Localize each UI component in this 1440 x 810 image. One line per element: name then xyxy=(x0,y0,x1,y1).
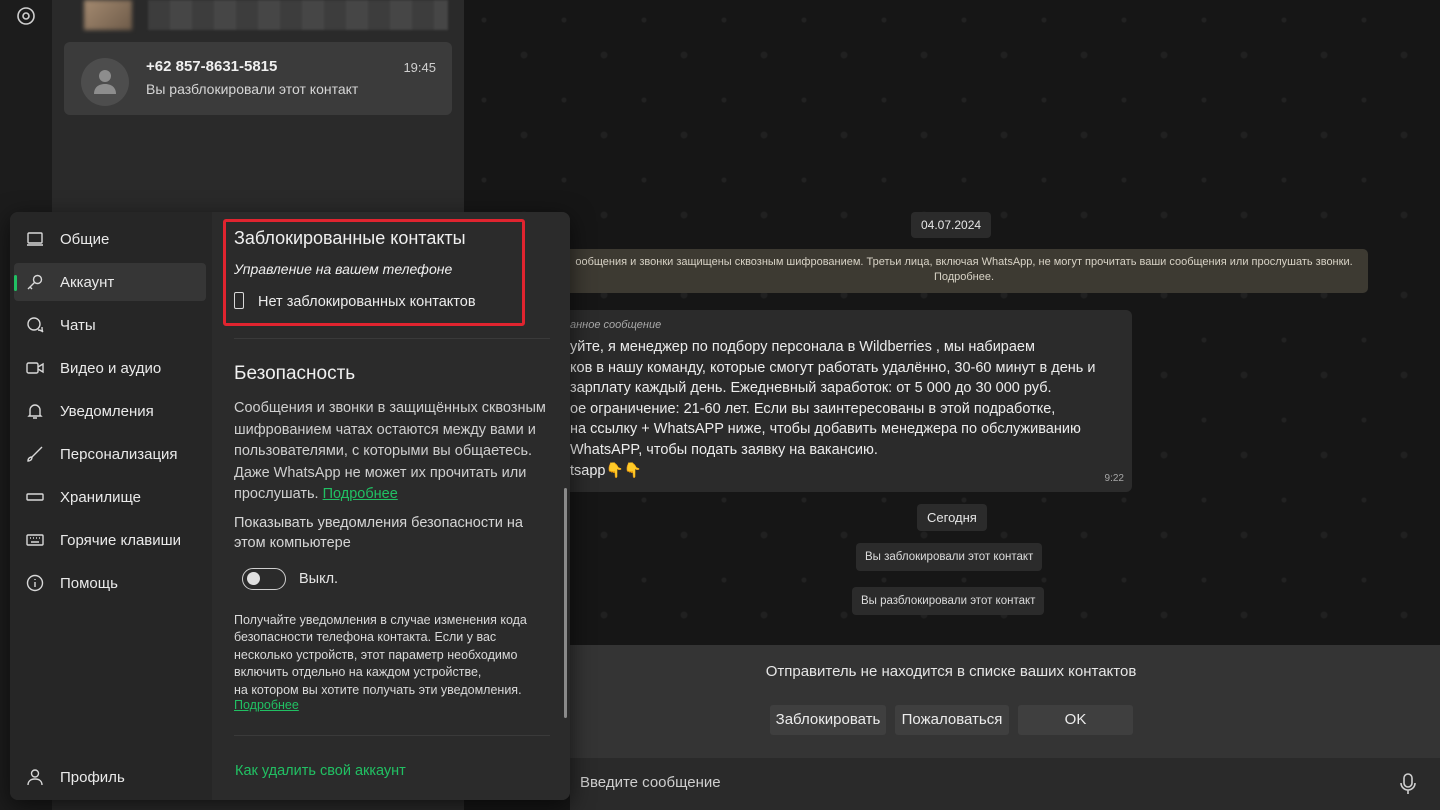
nav-label: Аккаунт xyxy=(60,274,115,291)
nav-label: Горячие клавиши xyxy=(60,532,182,549)
security-description: Сообщения и звонки в защищённых сквозным… xyxy=(234,398,546,506)
scrollbar[interactable] xyxy=(564,488,567,718)
keyboard-icon xyxy=(26,534,44,546)
key-icon xyxy=(27,274,43,290)
nav-label: Видео и аудио xyxy=(60,360,162,377)
unknown-sender-bar: Отправитель не находится в списке ваших … xyxy=(570,645,1440,758)
chat-preview: Вы разблокировали этот контакт xyxy=(146,81,359,97)
chat-name: +62 857-8631-5815 xyxy=(146,58,278,75)
nav-label: Общие xyxy=(60,231,110,248)
laptop-icon xyxy=(27,232,43,246)
block-button[interactable]: Заблокировать xyxy=(770,705,886,735)
forwarded-label: анное сообщение xyxy=(570,319,662,331)
nav-item-storage[interactable]: Хранилище xyxy=(14,478,206,516)
divider xyxy=(234,338,550,339)
date-separator-today: Сегодня xyxy=(917,504,987,531)
message-bubble[interactable]: анное сообщение уйте, я менеджер по подб… xyxy=(560,310,1132,492)
security-code-description: Получайте уведомления в случае изменения… xyxy=(234,613,527,697)
system-message-blocked: Вы заблокировали этот контакт xyxy=(856,543,1043,571)
video-icon xyxy=(26,362,44,374)
nav-item-help[interactable]: Помощь xyxy=(14,564,206,602)
nav-item-account[interactable]: Аккаунт xyxy=(14,263,206,301)
phone-icon xyxy=(234,292,244,309)
no-blocked-text: Нет заблокированных контактов xyxy=(258,294,476,310)
profile-icon xyxy=(27,769,43,786)
nav-item-chats[interactable]: Чаты xyxy=(14,306,206,344)
nav-label: Профиль xyxy=(60,769,125,786)
microphone-icon[interactable] xyxy=(1398,772,1418,796)
security-code-more-link[interactable]: Подробнее xyxy=(234,698,299,712)
settings-dialog: Общие Аккаунт Чаты Видео и аудио Уведомл… xyxy=(10,212,570,800)
status-icon[interactable] xyxy=(14,4,38,28)
security-notifications-toggle[interactable] xyxy=(242,568,286,590)
report-button[interactable]: Пожаловаться xyxy=(895,705,1009,735)
account-settings-panel: Заблокированные контакты Управление на в… xyxy=(212,212,570,800)
nav-item-profile[interactable]: Профиль xyxy=(14,758,206,796)
toggle-state-label: Выкл. xyxy=(299,571,339,587)
message-input[interactable]: Введите сообщение xyxy=(580,774,721,791)
chat-list-item[interactable]: +62 857-8631-5815 19:45 Вы разблокировал… xyxy=(64,42,452,115)
nav-item-personalization[interactable]: Персонализация xyxy=(14,435,206,473)
no-blocked-contacts: Нет заблокированных контактов xyxy=(234,292,476,310)
bell-icon xyxy=(27,404,43,419)
chat-time: 19:45 xyxy=(403,60,436,75)
nav-item-general[interactable]: Общие xyxy=(14,220,206,258)
avatar xyxy=(81,58,129,106)
avatar[interactable] xyxy=(84,0,132,30)
chat-icon xyxy=(27,317,44,333)
date-separator: 04.07.2024 xyxy=(911,212,992,238)
nav-label: Чаты xyxy=(60,317,96,334)
nav-item-video-audio[interactable]: Видео и аудио xyxy=(14,349,206,387)
person-icon xyxy=(94,70,116,94)
blurred-chat-item[interactable] xyxy=(148,0,448,30)
encryption-notice[interactable]: ообщения и звонки защищены сквозным шифр… xyxy=(560,249,1368,293)
blocked-contacts-title: Заблокированные контакты xyxy=(234,228,466,248)
info-icon xyxy=(26,574,44,592)
ok-button[interactable]: OK xyxy=(1018,705,1133,735)
system-message-unblocked: Вы разблокировали этот контакт xyxy=(852,587,1045,615)
nav-item-notifications[interactable]: Уведомления xyxy=(14,392,206,430)
security-title: Безопасность xyxy=(234,363,356,384)
nav-label: Помощь xyxy=(60,575,118,592)
message-time: 9:22 xyxy=(1104,473,1124,484)
message-text: уйте, я менеджер по подбору персонала в … xyxy=(570,339,1096,479)
nav-item-shortcuts[interactable]: Горячие клавиши xyxy=(14,521,206,559)
security-notifications-label: Показывать уведомления безопасности на э… xyxy=(234,515,523,551)
divider xyxy=(234,735,550,736)
storage-icon xyxy=(26,493,44,501)
blocked-contacts-subtitle: Управление на вашем телефоне xyxy=(234,261,453,277)
nav-label: Персонализация xyxy=(60,446,178,463)
nav-label: Хранилище xyxy=(60,489,141,506)
delete-account-link[interactable]: Как удалить свой аккаунт xyxy=(235,763,406,779)
nav-label: Уведомления xyxy=(60,403,154,420)
brush-icon xyxy=(27,446,43,462)
unknown-sender-text: Отправитель не находится в списке ваших … xyxy=(765,663,1137,680)
settings-nav: Общие Аккаунт Чаты Видео и аудио Уведомл… xyxy=(10,212,212,800)
security-more-link[interactable]: Подробнее xyxy=(323,486,398,502)
message-composer[interactable]: Введите сообщение xyxy=(570,758,1440,810)
